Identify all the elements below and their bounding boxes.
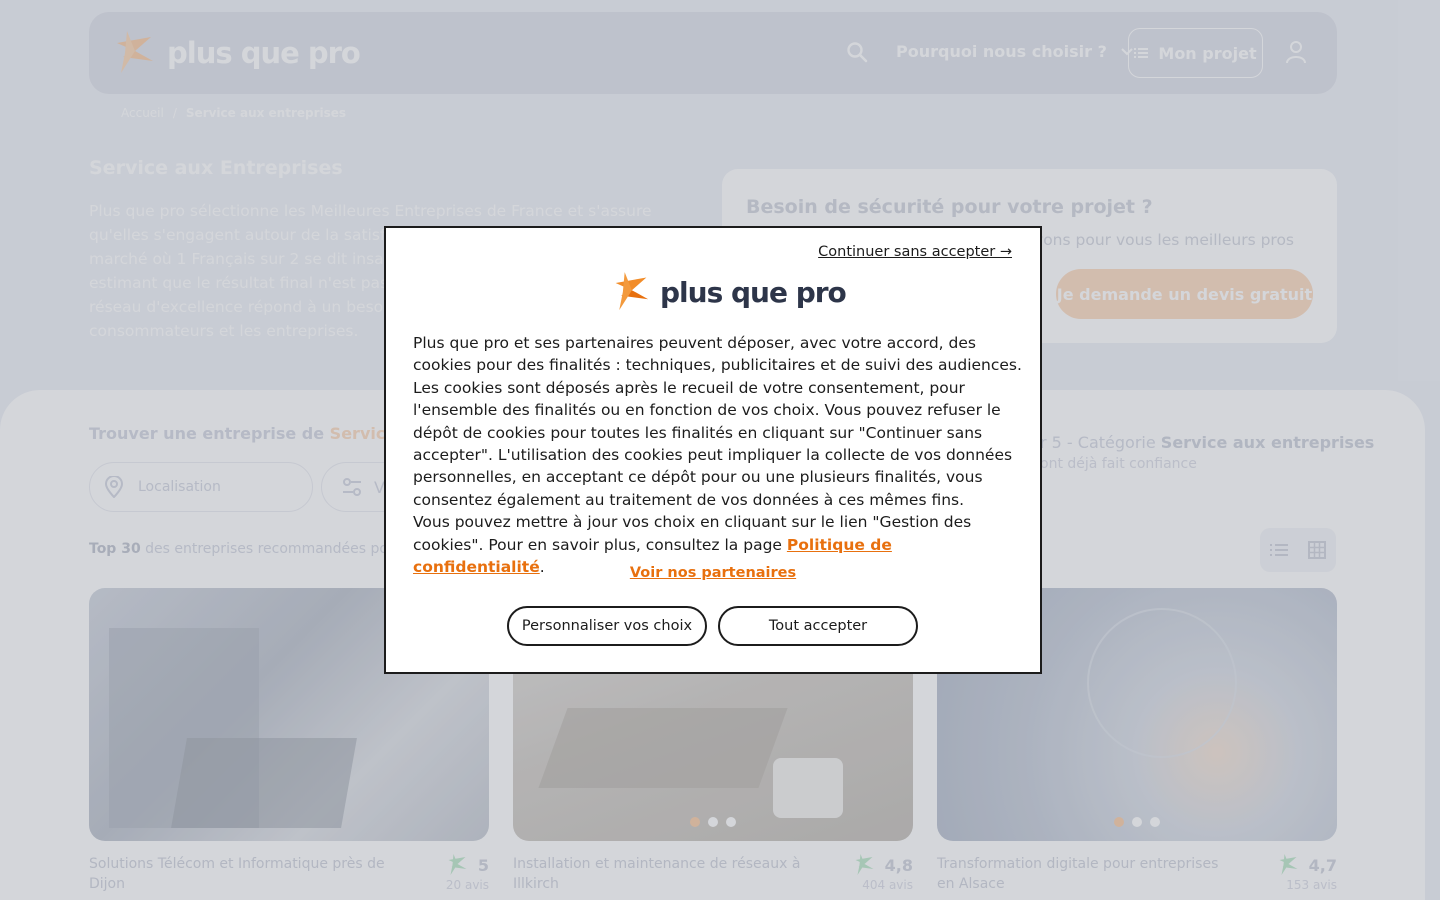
star-logo-icon [615,272,649,311]
see-partners-link[interactable]: Voir nos partenaires [386,565,1040,581]
modal-logo-text: plus que pro [660,275,847,309]
continue-without-accepting-link[interactable]: Continuer sans accepter → [818,244,1012,260]
customize-choices-button[interactable]: Personnaliser vos choix [507,606,707,646]
accept-all-button[interactable]: Tout accepter [718,606,918,646]
cookie-description: Plus que pro et ses partenaires peuvent … [413,332,1023,578]
cookie-consent-dialog: Continuer sans accepter → plus que pro P… [384,226,1042,674]
modal-logo: plus que pro [612,272,847,312]
cookie-text-main: Plus que pro et ses partenaires peuvent … [413,334,1022,509]
